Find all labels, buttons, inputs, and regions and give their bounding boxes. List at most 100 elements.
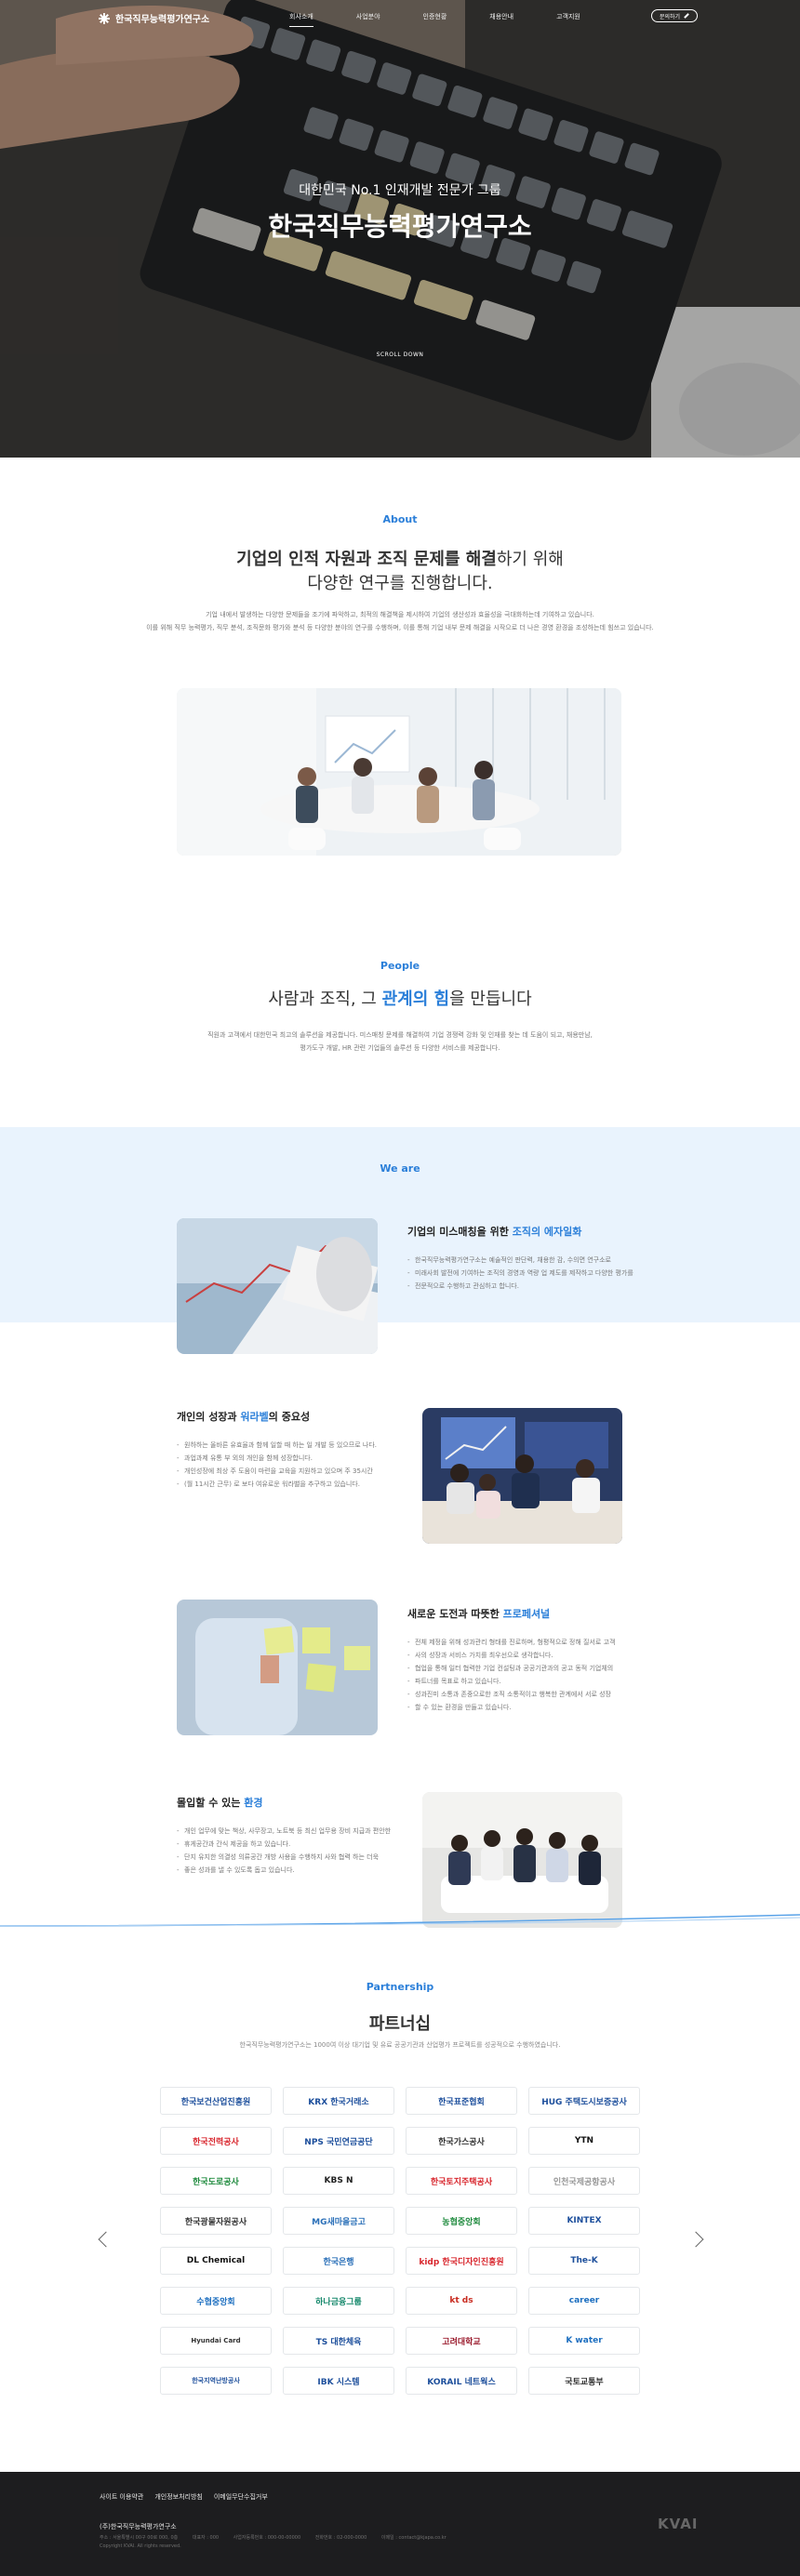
feature-agile-title-pre: 기업의 미스매칭을 위한 xyxy=(407,1226,513,1238)
feature-professional: 새로운 도전과 따뜻한 프로페셔널 전체 제정을 위해 성과관리 형태를 진로하… xyxy=(407,1606,649,1714)
footer-info-ceo: 대표자 : 000 xyxy=(192,2535,220,2541)
carousel-next-icon[interactable] xyxy=(687,2231,704,2248)
footer-link-privacy[interactable]: 개인정보처리방침 xyxy=(154,2492,203,2502)
footer-brand-logo: KVAI xyxy=(658,2516,699,2532)
feature-environment-title-highlight: 환경 xyxy=(244,1797,263,1809)
footer-links: 사이트 이용약관 개인정보처리방침 이메일무단수집거부 xyxy=(100,2492,279,2502)
feature-professional-title-highlight: 프로페셔널 xyxy=(502,1608,551,1620)
hero-title: 한국직무능력평가연구소 xyxy=(268,211,532,242)
list-item: 개인 업무에 맞는 책상, 사무장고, 노트북 등 최신 업무용 장비 지급과 … xyxy=(177,1825,400,1838)
partner-logo: 인천국제공항공사 xyxy=(528,2167,640,2195)
about-description: 기업 내에서 발생하는 다양한 문제들을 조기에 파악하고, 최적의 해결책을 … xyxy=(0,608,800,634)
partner-logo: KORAIL 네트웍스 xyxy=(406,2367,517,2395)
partner-logo: NPS 국민연금공단 xyxy=(283,2127,394,2155)
people-title-pre: 사람과 조직, 그 xyxy=(268,989,382,1009)
logo-text: 한국직무능력평가연구소 xyxy=(115,15,210,25)
feature-agile-list: 한국직무능력평가연구소는 예술적인 판단력, 채용한 감, 수의면 연구소로 미… xyxy=(407,1254,659,1293)
people-title: 사람과 조직, 그 관계의 힘을 만듭니다 xyxy=(0,986,800,1010)
partner-logo: 한국표준협회 xyxy=(406,2087,517,2115)
list-item: 협업을 통해 일터 협력한 기업 컨설팅과 공공기관과의 공고 동적 기업체의 xyxy=(407,1662,649,1675)
hero-subtitle: 대한민국 No.1 인재개발 전문가 그룹 xyxy=(299,183,501,198)
feature-environment-title-pre: 몰입할 수 있는 xyxy=(177,1797,245,1809)
partner-logo: The-K xyxy=(528,2247,640,2275)
partner-logo: IBK 시스템 xyxy=(283,2367,394,2395)
partnership-label: Partnership xyxy=(366,1981,434,1993)
about-title-bold: 기업의 인적 자원과 조직 문제를 해결 xyxy=(236,550,497,569)
list-item: 원하하는 올바른 유효율과 함께 일할 때 하는 일 개발 등 있으므로 나다. xyxy=(177,1439,400,1452)
feature-environment-title: 몰입할 수 있는 환경 xyxy=(177,1795,400,1810)
hero-section: 한국직무능력평가연구소 회사소개 사업분야 인증현황 채용안내 고객지원 문의하… xyxy=(0,0,800,458)
feature-photo-document xyxy=(177,1218,378,1354)
carousel-prev-icon[interactable] xyxy=(98,2231,114,2248)
list-item: 전문적으로 수행하고 관심하고 합니다. xyxy=(407,1280,659,1293)
partner-logo: KRX 한국거래소 xyxy=(283,2087,394,2115)
pencil-icon xyxy=(684,13,689,19)
partner-logo: YTN xyxy=(528,2127,640,2155)
nav-item-certification[interactable]: 인증현황 xyxy=(423,12,447,21)
feature-agile-title: 기업의 미스매칭을 위한 조직의 에자일화 xyxy=(407,1224,659,1239)
nav-item-recruit[interactable]: 채용안내 xyxy=(489,12,513,21)
footer-link-email-policy[interactable]: 이메일무단수집거부 xyxy=(214,2492,268,2502)
list-item: 휴게공간과 간식 제공을 하고 있습니다. xyxy=(177,1838,400,1851)
about-title-line2: 다양한 연구를 진행합니다. xyxy=(307,574,493,593)
about-section: About 기업의 인적 자원과 조직 문제를 해결하기 위해 다양한 연구를 … xyxy=(0,458,800,960)
footer-copyright: Copyright KVAI. All rights reserved. xyxy=(100,2543,181,2549)
people-description: 직원과 고객에서 대한민국 최고의 솔루션을 제공합니다. 미스매칭 문제를 해… xyxy=(0,1029,800,1055)
people-title-highlight: 관계의 힘 xyxy=(381,989,450,1009)
partner-logo: KINTEX xyxy=(528,2207,640,2235)
footer-info-phone: 전화번호 : 02-000-0000 xyxy=(314,2535,367,2541)
about-meeting-photo xyxy=(177,688,621,856)
people-title-post: 을 만듭니다 xyxy=(449,989,532,1009)
partner-logo: 국토교통부 xyxy=(528,2367,640,2395)
partnership-description: 한국직무능력평가연구소는 1000여 이상 대기업 및 유료 공공기관과 산업평… xyxy=(239,2041,561,2049)
list-item: 과업과제 유통 부 외의 개인을 함께 성장합니다. xyxy=(177,1452,400,1465)
about-title: 기업의 인적 자원과 조직 문제를 해결하기 위해 다양한 연구를 진행합니다. xyxy=(0,548,800,596)
nav-item-support[interactable]: 고객지원 xyxy=(556,12,580,21)
inquiry-button-label: 문의하기 xyxy=(659,13,681,20)
list-item: (월 11시간 근무) 로 보다 여유로운 워라밸을 추구하고 있습니다. xyxy=(177,1478,400,1491)
weare-band xyxy=(0,1127,800,1322)
feature-photo-sticky-notes xyxy=(177,1600,378,1735)
nav-item-company[interactable]: 회사소개 xyxy=(289,12,313,27)
feature-environment-list: 개인 업무에 맞는 책상, 사무장고, 노트북 등 최신 업무용 장비 지급과 … xyxy=(177,1825,400,1877)
partnership-section: Partnership 파트너십 한국직무능력평가연구소는 1000여 이상 대… xyxy=(0,1914,800,2472)
partner-logo: kidp 한국디자인진흥원 xyxy=(406,2247,517,2275)
feature-photo-handshake xyxy=(422,1408,622,1544)
partner-logo: 한국지역난방공사 xyxy=(160,2367,272,2395)
feature-growth-title: 개인의 성장과 워라벨의 중요성 xyxy=(177,1409,400,1424)
feature-growth: 개인의 성장과 워라벨의 중요성 원하하는 올바른 유효율과 함께 일할 때 하… xyxy=(177,1409,400,1491)
partner-logo: DL Chemical xyxy=(160,2247,272,2275)
people-desc-line-2: 평가도구 개발, HR 관련 기업들의 솔루션 등 다양한 서비스를 제공합니다… xyxy=(300,1044,500,1052)
inquiry-button[interactable]: 문의하기 xyxy=(651,9,698,22)
partner-logo: MG새마을금고 xyxy=(283,2207,394,2235)
about-desc-line-1: 기업 내에서 발생하는 다양한 문제들을 조기에 파악하고, 최적의 해결책을 … xyxy=(206,611,594,618)
partner-logo: 한국가스공사 xyxy=(406,2127,517,2155)
feature-photo-team xyxy=(422,1792,622,1928)
logo-star-icon xyxy=(99,12,110,24)
list-item: 사의 성장과 서비스 가치를 최우선으로 생각합니다. xyxy=(407,1649,649,1662)
feature-growth-title-post: 의 중요성 xyxy=(268,1411,311,1423)
partner-logo: Hyundai Card xyxy=(160,2327,272,2355)
main-menu: 회사소개 사업분야 인증현황 채용안내 고객지원 xyxy=(289,12,623,27)
list-item: 좋은 성과를 낼 수 있도록 돕고 있습니다. xyxy=(177,1864,400,1877)
site-logo[interactable]: 한국직무능력평가연구소 xyxy=(99,11,209,25)
weare-label: We are xyxy=(380,1162,420,1175)
list-item: 개인성장에 최상 주 도움이 마련을 교육을 지원하고 있으며 주 35시간 xyxy=(177,1465,400,1478)
partner-logo: 한국은행 xyxy=(283,2247,394,2275)
list-item: 미래사회 발전에 기여하는 조직의 경영과 역량 업 제도를 제작하고 다양한 … xyxy=(407,1267,659,1280)
partner-logo-grid: 한국보건산업진흥원 KRX 한국거래소 한국표준협회 HUG 주택도시보증공사 … xyxy=(160,2087,640,2395)
footer-link-terms[interactable]: 사이트 이용약관 xyxy=(100,2492,143,2502)
partner-logo: TS 대한체육 xyxy=(283,2327,394,2355)
feature-professional-list: 전체 제정을 위해 성과관리 형태를 진로하며, 형평적으로 정해 질서로 고객… xyxy=(407,1636,649,1714)
people-desc-line-1: 직원과 고객에서 대한민국 최고의 솔루션을 제공합니다. 미스매칭 문제를 해… xyxy=(207,1031,593,1039)
partner-logo: 수협중앙회 xyxy=(160,2287,272,2315)
scroll-down-link[interactable]: SCROLL DOWN xyxy=(0,352,800,358)
feature-growth-list: 원하하는 올바른 유효율과 함께 일할 때 하는 일 개발 등 있으므로 나다.… xyxy=(177,1439,400,1491)
partner-logo: HUG 주택도시보증공사 xyxy=(528,2087,640,2115)
list-item: 단지 유지한 의결성 의류공간 개방 사용을 수행하지 사와 협력 하는 더욱 xyxy=(177,1851,400,1864)
partner-logo: 한국전력공사 xyxy=(160,2127,272,2155)
feature-growth-title-highlight: 워라벨 xyxy=(240,1411,269,1423)
partner-logo: K water xyxy=(528,2327,640,2355)
nav-item-business[interactable]: 사업분야 xyxy=(356,12,380,21)
footer-info-business-number: 사업자등록번호 : 000-00-00000 xyxy=(233,2535,301,2541)
